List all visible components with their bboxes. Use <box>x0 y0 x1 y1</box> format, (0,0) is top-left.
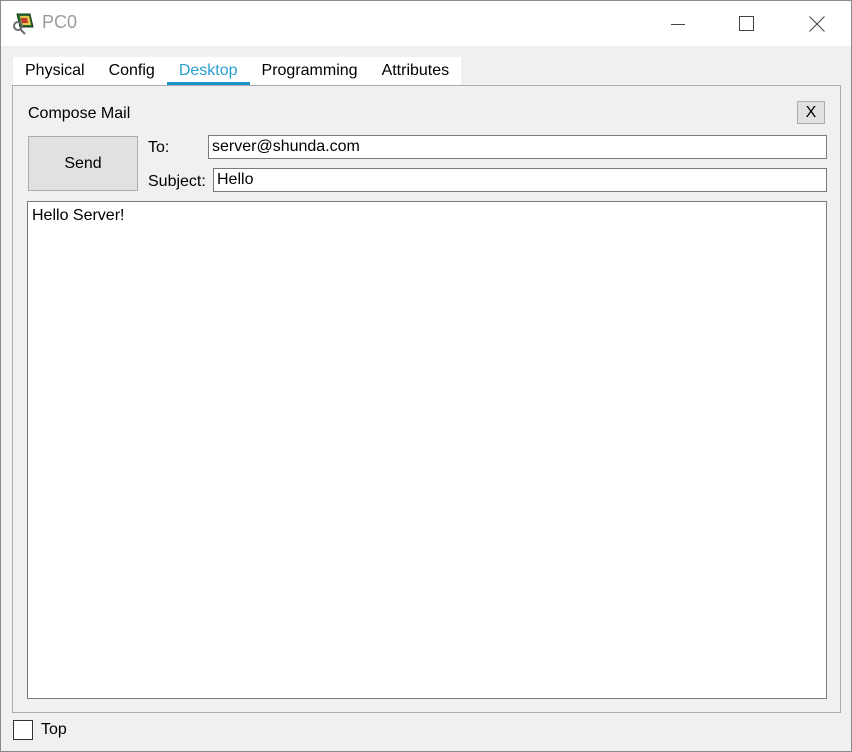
top-checkbox[interactable] <box>13 720 33 740</box>
message-body[interactable]: Hello Server! <box>27 201 827 699</box>
to-label: To: <box>148 139 170 156</box>
tab-physical[interactable]: Physical <box>13 57 97 85</box>
close-compose-button[interactable]: X <box>797 101 825 124</box>
close-window-button[interactable] <box>794 1 840 46</box>
tab-attributes[interactable]: Attributes <box>370 57 462 85</box>
subject-label: Subject: <box>148 173 206 190</box>
close-icon <box>809 15 825 32</box>
tab-bar: Physical Config Desktop Programming Attr… <box>13 57 462 85</box>
tab-config[interactable]: Config <box>97 57 167 85</box>
top-checkbox-label: Top <box>41 721 67 738</box>
send-button[interactable]: Send <box>28 136 138 191</box>
subject-field[interactable]: Hello <box>213 168 827 192</box>
compose-mail-panel: Compose Mail X Send To: server@shunda.co… <box>12 85 841 713</box>
pc-icon <box>11 11 37 35</box>
minimize-icon <box>671 23 685 25</box>
app-window: PC0 Physical Config Desktop Programming … <box>0 0 852 752</box>
tab-desktop[interactable]: Desktop <box>166 57 250 85</box>
window-title: PC0 <box>42 12 78 32</box>
title-bar[interactable]: PC0 <box>1 1 851 46</box>
compose-mail-title: Compose Mail <box>28 105 131 122</box>
maximize-icon <box>738 16 754 31</box>
maximize-button[interactable] <box>723 1 769 46</box>
to-field[interactable]: server@shunda.com <box>208 135 827 159</box>
minimize-button[interactable] <box>655 1 701 46</box>
tab-programming[interactable]: Programming <box>250 57 370 85</box>
